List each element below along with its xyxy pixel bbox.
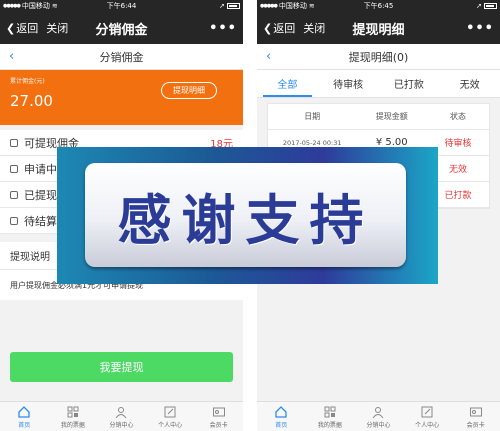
- status-bar: ●●●●● 中国移动 ≋ 下午6:44 ➚: [0, 0, 243, 12]
- tab-profile[interactable]: 个人中心: [146, 402, 195, 431]
- close-button[interactable]: 关闭: [303, 20, 325, 36]
- commission-card: 累计佣金(元) 27.00 提现明细: [0, 70, 243, 125]
- tab-label: 个人中心: [415, 421, 440, 429]
- column-header-amount: 提现金额: [375, 112, 408, 121]
- tab-label: 会员卡: [466, 421, 485, 429]
- back-label: 返回: [273, 22, 296, 35]
- menu-item-label: 已提现: [24, 188, 57, 202]
- close-button[interactable]: 关闭: [46, 20, 68, 36]
- tab-distribution[interactable]: 分销中心: [97, 402, 146, 431]
- banner-plate: 感谢支持: [85, 163, 406, 267]
- tab-label: 首页: [18, 421, 31, 429]
- status-bar: ●●●●● 中国移动 ≋ 下午6:45 ➚: [257, 0, 500, 12]
- edit-icon: [164, 406, 176, 417]
- tab-tickets[interactable]: 我的票据: [306, 402, 355, 431]
- wechat-navbar: ❮ 返回 关闭 提现明细 •••: [257, 12, 500, 44]
- thanks-banner: 感谢支持: [57, 147, 438, 284]
- back-button[interactable]: ❮ 返回: [263, 20, 295, 36]
- card-icon: [10, 190, 18, 199]
- tab-label: 首页: [275, 421, 288, 429]
- tab-pending-review[interactable]: 待审核: [318, 70, 379, 97]
- menu-item-label: 申请中: [24, 162, 57, 176]
- tab-profile[interactable]: 个人中心: [403, 402, 452, 431]
- bottom-tabbar: 首页 我的票据 分销中心 个人中心 会员卡: [257, 401, 500, 431]
- qrcode-icon: [324, 406, 336, 417]
- withdraw-detail-button[interactable]: 提现明细: [161, 82, 217, 99]
- tab-member-card[interactable]: 会员卡: [451, 402, 500, 431]
- more-icon[interactable]: •••: [209, 21, 237, 36]
- page-header: ‹ 分销佣金: [0, 44, 243, 70]
- users-icon: [116, 406, 127, 418]
- wallet-icon: [10, 138, 18, 147]
- tab-tickets[interactable]: 我的票据: [49, 402, 98, 431]
- tab-invalid[interactable]: 无效: [439, 70, 500, 97]
- apply-withdraw-button[interactable]: 我要提现: [10, 352, 233, 382]
- status-tabs: 全部 待审核 已打款 无效: [257, 70, 500, 98]
- status-time: 下午6:45: [363, 2, 394, 10]
- more-icon[interactable]: •••: [466, 21, 494, 36]
- tab-label: 分销中心: [366, 421, 391, 429]
- tab-home[interactable]: 首页: [0, 402, 49, 431]
- battery-icon: [227, 3, 240, 9]
- tab-label: 我的票据: [60, 421, 85, 429]
- tab-home[interactable]: 首页: [257, 402, 306, 431]
- page-header: ‹ 提现明细(0): [257, 44, 500, 70]
- tab-all[interactable]: 全部: [257, 70, 318, 97]
- chevron-left-icon: ❮: [263, 21, 273, 35]
- tab-paid[interactable]: 已打款: [379, 70, 440, 97]
- bottom-tabbar: 首页 我的票据 分销中心 个人中心 会员卡: [0, 401, 243, 431]
- back-label: 返回: [16, 22, 39, 35]
- card-icon: [212, 407, 225, 416]
- users-icon: [373, 406, 384, 418]
- qrcode-icon: [67, 406, 79, 417]
- tab-member-card[interactable]: 会员卡: [194, 402, 243, 431]
- chevron-left-icon[interactable]: ‹: [0, 49, 14, 64]
- row-date: 2017-05-24 00:31: [282, 138, 342, 147]
- tab-distribution[interactable]: 分销中心: [354, 402, 403, 431]
- page-title: 提现明细(0): [348, 50, 409, 64]
- chevron-left-icon[interactable]: ‹: [257, 49, 271, 64]
- hand-icon: [10, 164, 18, 173]
- page-title: 分销佣金: [99, 50, 144, 64]
- back-button[interactable]: ❮ 返回: [6, 20, 38, 36]
- status-time: 下午6:44: [106, 2, 137, 10]
- column-header-status: 状态: [450, 112, 467, 121]
- column-header-date: 日期: [304, 112, 321, 121]
- home-icon: [18, 405, 30, 418]
- tab-label: 个人中心: [158, 421, 183, 429]
- battery-icon: [484, 3, 497, 9]
- banner-text: 感谢支持: [117, 187, 374, 252]
- chevron-left-icon: ❮: [6, 21, 16, 35]
- edit-icon: [421, 406, 433, 417]
- wechat-navbar: ❮ 返回 关闭 分销佣金 •••: [0, 12, 243, 44]
- lock-icon: [10, 216, 18, 225]
- home-icon: [275, 405, 287, 418]
- tab-label: 我的票据: [317, 421, 342, 429]
- card-icon: [469, 407, 482, 416]
- menu-item-label: 待结算: [24, 214, 57, 228]
- tab-label: 分销中心: [109, 421, 134, 429]
- table-header: 日期 提现金额 状态: [268, 104, 489, 130]
- tab-label: 会员卡: [209, 421, 228, 429]
